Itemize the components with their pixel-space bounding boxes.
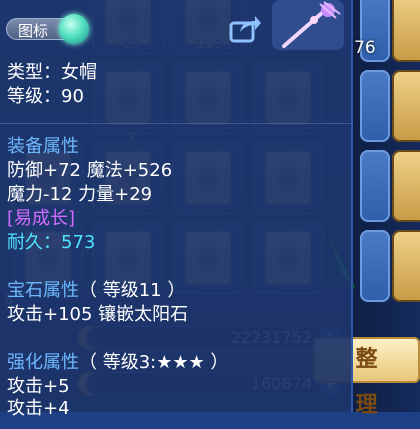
gem-level: （ 等级11 ） [79,280,186,301]
share-icon[interactable] [228,14,262,44]
inventory-slot[interactable] [360,70,390,142]
equip-attr-title: 装备属性 [7,136,79,157]
item-tooltip: 图标 类型：女帽 等级：90 装备属性 防御+72 魔法+526 魔力-12 力… [0,0,353,419]
gem-attr-header: 宝石属性（ 等级11 ） [7,280,185,302]
inventory-slot[interactable] [392,150,420,222]
hairpin-item-icon [272,0,344,50]
enhance-attr-header: 强化属性（ 等级3:★★★ ） [7,352,228,374]
equip-attr-line: 防御+72 魔法+526 [7,160,173,181]
enhance-attr-line: 攻击+5 [7,376,70,397]
badge-label: 图标 [18,22,49,40]
durability: 耐久：573 [7,232,96,253]
enhance-attr-line: 攻击+4 [7,398,70,419]
icon-badge[interactable]: 图标 [6,14,89,44]
item-type: 类型：女帽 [7,62,97,83]
growth-tag: [易成长] [7,208,76,229]
inventory-slot[interactable] [392,230,420,302]
enhance-attr-title: 强化属性 [7,352,79,373]
divider [0,123,353,124]
inventory-slot[interactable] [360,150,390,222]
gem-attr-line: 攻击+105 镶嵌太阳石 [7,304,189,325]
inventory-slot[interactable] [360,230,390,302]
inventory-slot[interactable] [392,0,420,62]
inventory-slot[interactable] [392,70,420,142]
equip-attr-line: 魔力-12 力量+29 [7,184,153,205]
item-level: 等级：90 [7,86,84,107]
gem-attr-title: 宝石属性 [7,280,79,301]
item-count: 76 [354,38,376,58]
gem-orb-icon [59,14,89,44]
enhance-level: （ 等级3:★★★ ） [79,352,229,373]
